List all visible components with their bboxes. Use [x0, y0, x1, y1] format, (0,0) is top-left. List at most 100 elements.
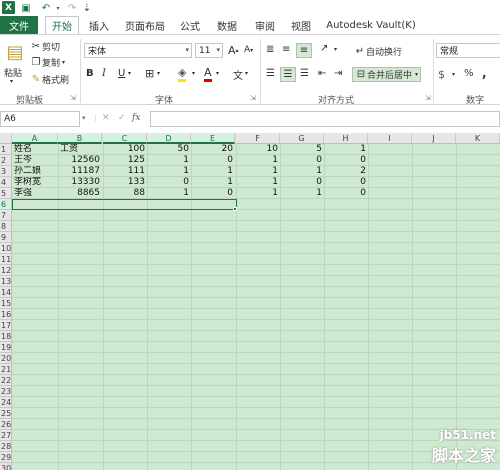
cell-f1[interactable]: 10 [236, 144, 280, 155]
accounting-dropdown-icon[interactable]: ▾ [452, 71, 455, 78]
cell-g1[interactable]: 5 [280, 144, 324, 155]
cell-f2[interactable]: 1 [236, 155, 280, 166]
row-header-1[interactable]: 1 [0, 144, 12, 155]
column-header-k[interactable]: K [456, 133, 500, 144]
phonetic-dropdown-icon[interactable]: ▾ [245, 70, 248, 77]
cell-d4[interactable]: 0 [147, 177, 191, 188]
row-header-5[interactable]: 5 [0, 188, 12, 199]
row-header-26[interactable]: 26 [0, 419, 12, 430]
number-format-combo[interactable]: 常规 [436, 43, 500, 58]
row-header-24[interactable]: 24 [0, 397, 12, 408]
cell-a4[interactable]: 李树宽 [12, 177, 58, 188]
tab-page-layout[interactable]: 页面布局 [120, 16, 170, 34]
alignment-launcher-icon[interactable]: ⇲ [425, 94, 431, 102]
tab-formulas[interactable]: 公式 [175, 16, 205, 34]
underline-dropdown-icon[interactable]: ▾ [128, 70, 131, 77]
row-header-29[interactable]: 29 [0, 452, 12, 463]
column-header-i[interactable]: I [368, 133, 412, 144]
wrap-text-button[interactable]: ↵ 自动换行 [354, 45, 402, 58]
percent-style-button[interactable]: % [464, 68, 474, 79]
tab-autodesk-vault[interactable]: Autodesk Vault(K) [324, 16, 418, 34]
save-icon[interactable]: ▣ [20, 1, 32, 15]
format-painter-button[interactable]: ✎ 格式刷 [30, 73, 69, 86]
cell-b4[interactable]: 13330 [58, 177, 102, 188]
customize-quick-access-icon[interactable]: ⇣ [82, 1, 92, 15]
cell-b1[interactable]: 工资 [58, 144, 102, 155]
column-header-d[interactable]: D [147, 133, 191, 144]
phonetic-guide-icon[interactable]: 文 [233, 67, 243, 82]
cell-h2[interactable]: 0 [324, 155, 368, 166]
copy-button[interactable]: ❐ 复制 ▾ [30, 56, 66, 69]
align-right-icon[interactable]: ☰ [300, 68, 309, 79]
cell-f4[interactable]: 1 [236, 177, 280, 188]
row-header-16[interactable]: 16 [0, 309, 12, 320]
cell-e1[interactable]: 20 [191, 144, 235, 155]
font-color-dropdown-icon[interactable]: ▾ [216, 70, 219, 77]
cell-h1[interactable]: 1 [324, 144, 368, 155]
select-all-corner[interactable] [0, 133, 12, 144]
cell-c4[interactable]: 133 [103, 177, 147, 188]
row-header-13[interactable]: 13 [0, 276, 12, 287]
column-header-h[interactable]: H [324, 133, 368, 144]
redo-icon[interactable]: ↷ [66, 1, 78, 15]
cell-d5[interactable]: 1 [147, 188, 191, 199]
cell-g5[interactable]: 1 [280, 188, 324, 199]
borders-icon[interactable]: ⊞ [145, 67, 154, 80]
cell-e5[interactable]: 0 [191, 188, 235, 199]
bold-button[interactable]: B [86, 68, 94, 79]
font-size-combo[interactable]: 11 ▾ [195, 43, 223, 58]
underline-button[interactable]: U [118, 68, 125, 79]
row-header-23[interactable]: 23 [0, 386, 12, 397]
cell-f5[interactable]: 1 [236, 188, 280, 199]
row-header-4[interactable]: 4 [0, 177, 12, 188]
worksheet-grid[interactable]: A B C D E F G H I J K 1 2 3 4 5 6 7 8 9 10 11 12 13 14 15 16 17 18 19… [0, 133, 500, 470]
cell-c3[interactable]: 111 [103, 166, 147, 177]
tab-data[interactable]: 数据 [212, 16, 242, 34]
cell-h4[interactable]: 0 [324, 177, 368, 188]
cell-d2[interactable]: 1 [147, 155, 191, 166]
column-header-j[interactable]: J [412, 133, 456, 144]
tab-insert[interactable]: 插入 [84, 16, 114, 34]
cell-b3[interactable]: 11187 [58, 166, 102, 177]
orientation-icon[interactable]: ↗ [320, 43, 328, 54]
cell-c5[interactable]: 88 [103, 188, 147, 199]
shrink-font-button[interactable]: A ▾ [244, 45, 253, 55]
cell-h5[interactable]: 0 [324, 188, 368, 199]
cut-button[interactable]: ✂ 剪切 [30, 40, 60, 53]
merge-center-button[interactable]: ⊟ 合并后居中 ▾ [352, 67, 422, 82]
tab-view[interactable]: 视图 [286, 16, 316, 34]
fill-color-dropdown-icon[interactable]: ▾ [192, 70, 195, 77]
cell-c2[interactable]: 125 [103, 155, 147, 166]
orientation-dropdown-icon[interactable]: ▾ [334, 46, 337, 53]
row-header-6[interactable]: 6 [0, 199, 12, 210]
comma-style-button[interactable]: , [482, 66, 487, 80]
insert-function-icon[interactable]: fx [132, 113, 140, 123]
row-header-15[interactable]: 15 [0, 298, 12, 309]
row-header-30[interactable]: 30 [0, 463, 12, 470]
cell-g4[interactable]: 0 [280, 177, 324, 188]
column-header-a[interactable]: A [12, 133, 58, 144]
column-header-b[interactable]: B [58, 133, 102, 144]
undo-icon[interactable]: ↶ [40, 1, 52, 15]
row-header-21[interactable]: 21 [0, 364, 12, 375]
cell-a5[interactable]: 李强 [12, 188, 58, 199]
row-header-19[interactable]: 19 [0, 342, 12, 353]
row-header-8[interactable]: 8 [0, 221, 12, 232]
row-header-10[interactable]: 10 [0, 243, 12, 254]
cell-e4[interactable]: 1 [191, 177, 235, 188]
row-header-22[interactable]: 22 [0, 375, 12, 386]
row-header-17[interactable]: 17 [0, 320, 12, 331]
row-header-9[interactable]: 9 [0, 232, 12, 243]
merge-dropdown-icon[interactable]: ▾ [415, 71, 418, 78]
row-header-11[interactable]: 11 [0, 254, 12, 265]
cell-f3[interactable]: 1 [236, 166, 280, 177]
column-header-c[interactable]: C [103, 133, 147, 144]
cell-a2[interactable]: 王岑 [12, 155, 58, 166]
font-launcher-icon[interactable]: ⇲ [250, 94, 256, 102]
cell-a1[interactable]: 姓名 [12, 144, 58, 155]
row-header-2[interactable]: 2 [0, 155, 12, 166]
undo-dropdown-icon[interactable]: ▾ [54, 1, 62, 15]
cancel-icon[interactable]: ✕ [102, 113, 110, 123]
row-header-25[interactable]: 25 [0, 408, 12, 419]
font-color-icon[interactable]: A [204, 66, 212, 82]
